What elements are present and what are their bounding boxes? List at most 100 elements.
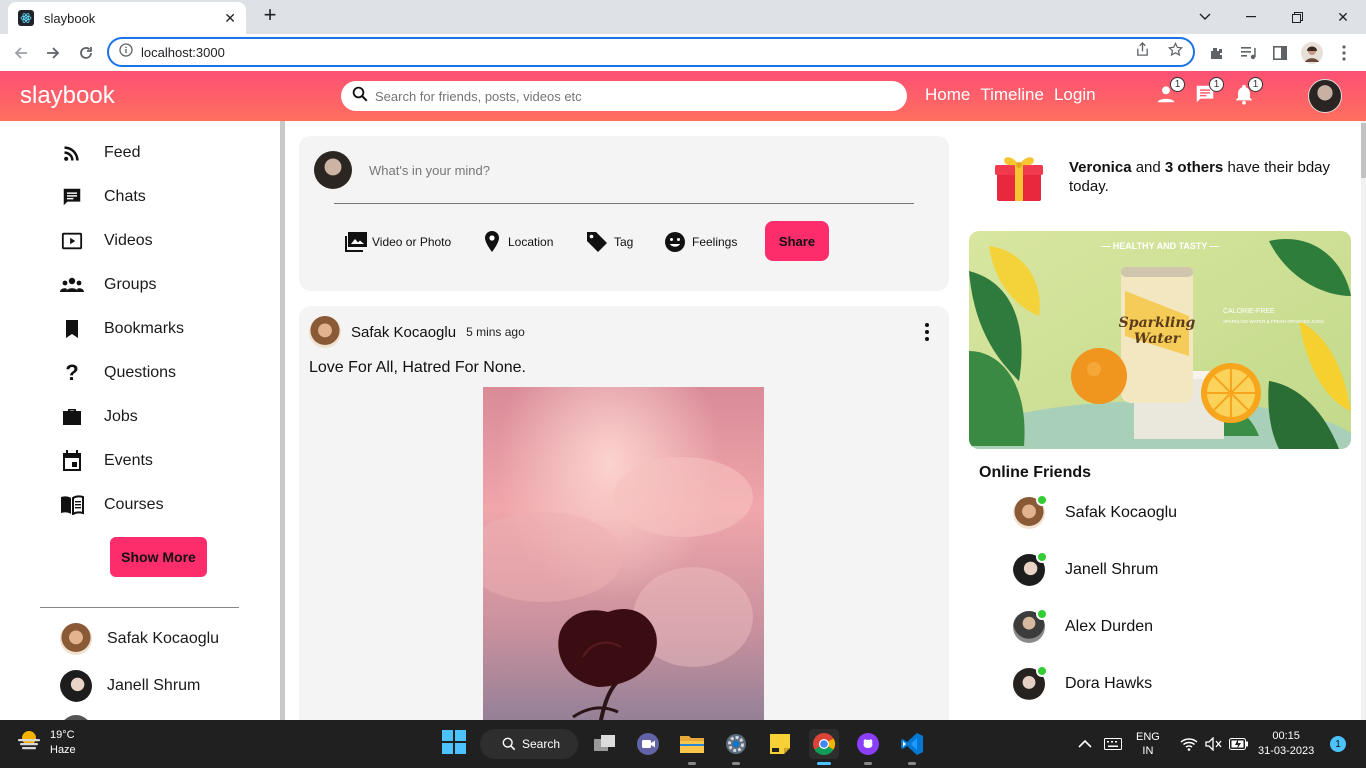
system-clock[interactable]: 00:15 31-03-2023 [1258, 729, 1314, 759]
gift-icon [993, 151, 1045, 203]
sidebar-divider [40, 607, 239, 608]
notifications-button[interactable]: 1 [1231, 77, 1263, 109]
nav-home-link[interactable]: Home [925, 85, 970, 105]
sidebar-item-label: Videos [104, 232, 153, 249]
online-friend-item[interactable]: Alex Durden [1013, 608, 1154, 644]
search-input[interactable] [375, 88, 897, 104]
ad-headline: — HEALTHY AND TASTY — [1101, 241, 1219, 251]
share-page-icon[interactable] [1135, 42, 1150, 62]
chrome-app-icon[interactable] [809, 729, 839, 765]
running-indicator [732, 762, 740, 765]
bookmark-star-icon[interactable] [1167, 41, 1184, 62]
address-bar[interactable]: localhost:3000 [107, 37, 1195, 67]
sidebar-item-feed[interactable]: Feed [60, 141, 140, 165]
battery-icon[interactable] [1229, 720, 1249, 768]
avatar[interactable] [309, 316, 341, 348]
keyboard-icon[interactable] [1104, 720, 1122, 768]
side-panel-icon[interactable] [1269, 42, 1291, 64]
tab-close-icon[interactable]: ✕ [224, 10, 236, 27]
sidebar-item-chats[interactable]: Chats [60, 185, 146, 209]
friend-name: Alex Durden [1065, 618, 1154, 635]
weather-widget[interactable]: 19°C Haze [16, 728, 76, 758]
more-vert-icon[interactable] [919, 322, 935, 342]
sidebar-item-courses[interactable]: Courses [60, 493, 164, 517]
avatar [60, 623, 92, 655]
birthday-name: Veronica [1069, 159, 1132, 176]
url-text: localhost:3000 [141, 44, 225, 60]
windows-logo-icon [442, 729, 466, 759]
vscode-icon[interactable] [897, 729, 927, 765]
settings-app-icon[interactable] [721, 729, 751, 765]
left-sidebar: Feed Chats Videos Groups Bookmarks ? Que… [0, 121, 280, 720]
nav-login-link[interactable]: Login [1054, 85, 1096, 105]
taskbar-search[interactable]: Search [480, 729, 578, 759]
avatar [1013, 494, 1048, 529]
page-scrollbar[interactable] [1361, 121, 1366, 720]
react-icon [18, 10, 34, 26]
bookmark-icon [60, 317, 84, 341]
scrollbar-thumb[interactable] [1361, 123, 1366, 178]
media-control-icon[interactable] [1238, 42, 1260, 64]
new-tab-button[interactable]: + [258, 4, 282, 28]
sidebar-item-groups[interactable]: Groups [60, 273, 156, 297]
share-button[interactable]: Share [765, 221, 829, 261]
forward-icon[interactable] [40, 40, 66, 66]
browser-tab[interactable]: slaybook ✕ [8, 2, 246, 34]
user-avatar[interactable] [1308, 79, 1342, 113]
sidebar-friend-item[interactable]: Janell Shrum [60, 670, 200, 702]
tray-overflow-icon[interactable] [1078, 720, 1092, 768]
friend-name: Janell Shrum [1065, 561, 1159, 578]
post-card: Safak Kocaoglu 5 mins ago Love For All, … [299, 306, 949, 720]
sidebar-item-label: Feed [104, 144, 141, 161]
friend-requests-button[interactable]: 1 [1153, 77, 1185, 109]
app-logo[interactable]: slaybook [20, 82, 115, 110]
taskbar-search-label: Search [522, 737, 561, 751]
teams-chat-icon[interactable] [633, 729, 663, 759]
restore-button[interactable] [1274, 0, 1320, 34]
share-option-feelings[interactable]: Feelings [664, 230, 737, 254]
close-window-button[interactable]: ✕ [1320, 0, 1366, 34]
back-icon[interactable] [8, 40, 34, 66]
share-divider [334, 203, 914, 204]
chrome-menu-icon[interactable] [1333, 42, 1355, 64]
notification-badge[interactable]: 1 [1330, 736, 1346, 752]
running-indicator [817, 762, 831, 765]
task-view-icon[interactable] [590, 729, 620, 759]
online-friend-item[interactable]: Safak Kocaoglu [1013, 494, 1177, 530]
share-option-location[interactable]: Location [484, 230, 553, 254]
sidebar-item-bookmarks[interactable]: Bookmarks [60, 317, 184, 341]
reload-icon[interactable] [73, 40, 99, 66]
sidebar-item-events[interactable]: Events [60, 449, 153, 473]
ad-banner[interactable]: Sparkling Water — HEALTHY AND TASTY — CA… [969, 231, 1351, 449]
info-icon[interactable] [119, 42, 133, 62]
language-indicator[interactable]: ENG IN [1136, 720, 1160, 768]
share-option-tag[interactable]: Tag [586, 230, 633, 254]
online-friend-item[interactable]: Janell Shrum [1013, 551, 1159, 587]
share-option-photo[interactable]: Video or Photo [344, 230, 451, 254]
minimize-button[interactable] [1228, 0, 1274, 34]
extensions-icon[interactable] [1205, 42, 1227, 64]
messages-button[interactable]: 1 [1192, 77, 1224, 109]
sidebar-item-jobs[interactable]: Jobs [60, 405, 138, 429]
sidebar-item-videos[interactable]: Videos [60, 229, 153, 253]
friend-name: Safak Kocaoglu [107, 630, 220, 647]
post-author[interactable]: Safak Kocaoglu [351, 324, 456, 341]
profile-avatar[interactable] [1301, 42, 1323, 64]
online-status-dot [1036, 665, 1048, 677]
sidebar-friend-item[interactable]: Safak Kocaoglu [60, 623, 219, 655]
online-status-dot [1036, 608, 1048, 620]
tab-search-icon[interactable] [1182, 0, 1228, 34]
sticky-notes-icon[interactable] [765, 729, 795, 759]
running-indicator [688, 762, 696, 765]
online-friend-item[interactable]: Dora Hawks [1013, 665, 1152, 701]
share-input[interactable]: What's in your mind? [369, 163, 490, 178]
sidebar-item-questions[interactable]: ? Questions [60, 360, 176, 385]
show-more-button[interactable]: Show More [110, 537, 207, 577]
nav-timeline-link[interactable]: Timeline [980, 85, 1044, 105]
file-explorer-icon[interactable] [677, 729, 707, 765]
volume-muted-icon[interactable] [1205, 720, 1223, 768]
github-desktop-icon[interactable] [853, 729, 883, 765]
briefcase-icon [60, 405, 84, 429]
wifi-icon[interactable] [1180, 720, 1198, 768]
start-button[interactable] [439, 729, 469, 759]
